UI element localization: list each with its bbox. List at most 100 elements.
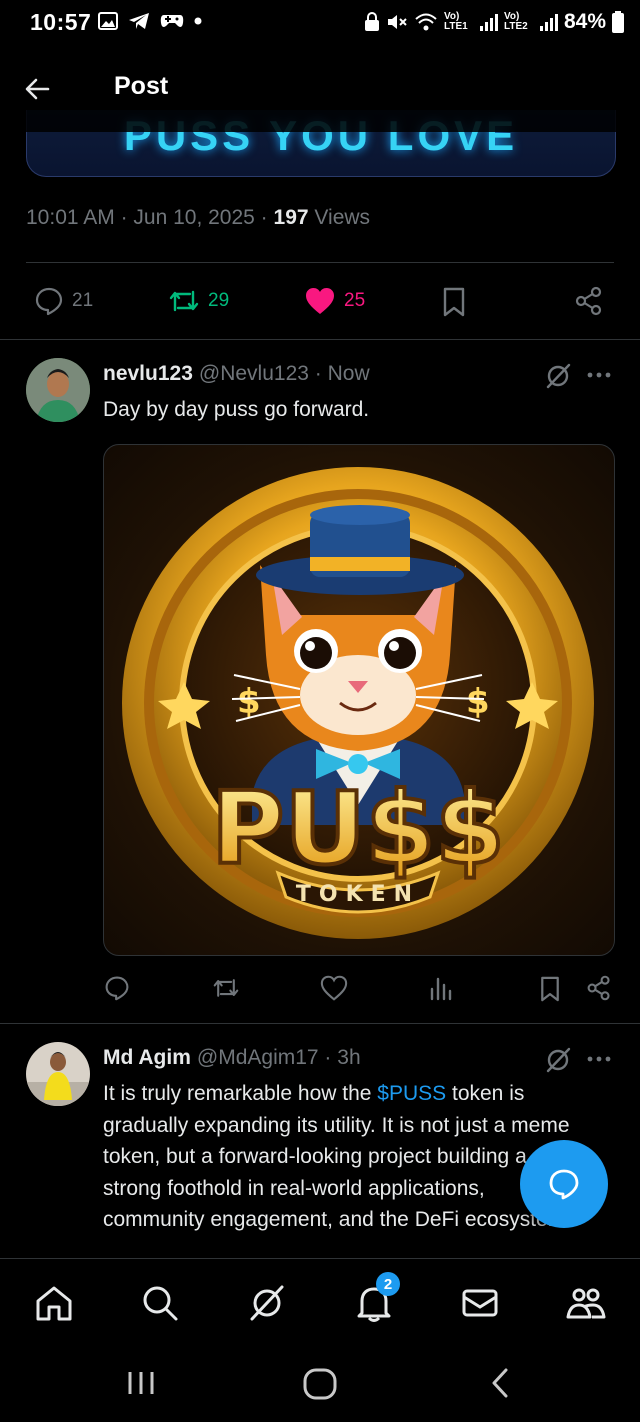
share-button[interactable] xyxy=(574,286,604,316)
divider xyxy=(0,339,640,340)
reply-icon xyxy=(35,287,63,316)
grok-button[interactable] xyxy=(544,1046,572,1079)
handle[interactable]: @Nevlu123 xyxy=(199,362,309,385)
back-system-button[interactable] xyxy=(486,1367,514,1404)
more-dots-icon xyxy=(587,1056,611,1062)
like-button[interactable]: 25 xyxy=(304,286,365,316)
recent-apps-button[interactable] xyxy=(124,1369,158,1402)
post-time: 10:01 AM xyxy=(26,206,115,229)
grok-icon xyxy=(546,363,571,389)
bookmark-button[interactable] xyxy=(538,975,562,1003)
repost-icon xyxy=(169,290,199,312)
nav-search[interactable] xyxy=(138,1281,182,1325)
search-icon xyxy=(143,1286,178,1321)
svg-text:$: $ xyxy=(466,682,490,722)
reply-count: 21 xyxy=(72,290,94,311)
reply-icon xyxy=(105,976,129,1001)
more-dots-icon xyxy=(587,372,611,378)
avatar-image xyxy=(26,358,90,422)
timestamp: Now xyxy=(327,362,370,385)
system-navigation-bar xyxy=(0,1345,640,1422)
reply-button[interactable] xyxy=(104,975,130,1001)
timestamp: 3h xyxy=(337,1046,361,1069)
coin-subword: TOKEN xyxy=(296,882,420,907)
home-system-button[interactable] xyxy=(302,1367,338,1406)
notification-badge: 2 xyxy=(376,1272,400,1296)
repost-button[interactable]: 29 xyxy=(168,286,229,316)
bookmark-button[interactable] xyxy=(440,286,468,318)
game-controller-icon xyxy=(160,15,184,27)
recents-icon xyxy=(128,1372,154,1394)
back-arrow-icon xyxy=(25,78,50,100)
mail-icon xyxy=(462,1289,498,1317)
battery-percent: 84% xyxy=(563,10,606,33)
repost-button[interactable] xyxy=(212,975,240,1001)
nav-home[interactable] xyxy=(32,1281,76,1325)
post-meta: 10:01 AM · Jun 10, 2025 · 197 Views xyxy=(26,206,371,229)
grok-icon xyxy=(250,1285,284,1321)
status-time: 10:57 xyxy=(30,9,92,35)
handle[interactable]: @MdAgim17 xyxy=(197,1046,319,1069)
heart-filled-icon xyxy=(306,288,334,314)
avatar-image xyxy=(26,1042,90,1106)
home-circle-icon xyxy=(303,1368,337,1400)
bottom-navigation xyxy=(0,1258,640,1345)
page-title: Post xyxy=(114,72,169,100)
bookmark-icon xyxy=(443,287,465,317)
reply-text-part: It is truly remarkable how the xyxy=(103,1082,378,1105)
like-button[interactable] xyxy=(320,975,348,1001)
back-button[interactable] xyxy=(16,68,58,110)
heart-icon xyxy=(320,975,348,1001)
more-options-button[interactable] xyxy=(586,1046,612,1077)
reply-text: It is truly remarkable how the $PUSS tok… xyxy=(103,1078,573,1236)
share-icon xyxy=(575,286,602,316)
lock-icon xyxy=(364,12,379,31)
sim1-label: Vo) LTE1 xyxy=(443,11,468,32)
repost-count: 29 xyxy=(208,290,230,311)
reply-header: Md Agim @MdAgim17 · 3h xyxy=(103,1046,361,1069)
repost-icon xyxy=(213,979,239,997)
puss-token-coin-illustration: $ $ PU$$ TOKEN xyxy=(122,467,594,939)
nav-grok[interactable] xyxy=(245,1281,289,1325)
avatar[interactable] xyxy=(26,1042,90,1106)
analytics-icon xyxy=(430,977,452,1001)
battery-icon xyxy=(612,11,624,33)
divider xyxy=(26,262,614,263)
post-date: Jun 10, 2025 xyxy=(133,206,255,229)
telegram-icon xyxy=(129,13,149,29)
avatar[interactable] xyxy=(26,358,90,422)
display-name[interactable]: nevlu123 xyxy=(103,362,193,385)
signal-icon xyxy=(539,14,558,31)
coin-word: PU$$ xyxy=(211,770,505,887)
wifi-icon xyxy=(415,13,437,31)
reply-text: Day by day puss go forward. xyxy=(103,398,370,421)
like-count: 25 xyxy=(344,290,366,311)
bookmark-icon xyxy=(541,976,559,1002)
share-button[interactable] xyxy=(586,975,612,1001)
top-app-bar: Post xyxy=(0,46,640,132)
grok-button[interactable] xyxy=(544,362,572,395)
home-icon xyxy=(36,1286,72,1321)
gallery-icon xyxy=(98,12,118,30)
views-label: Views xyxy=(314,206,371,229)
signal-icon xyxy=(479,14,498,31)
grok-icon xyxy=(546,1047,571,1073)
reply-header: nevlu123 @Nevlu123 · Now xyxy=(103,362,370,385)
display-name[interactable]: Md Agim xyxy=(103,1046,191,1069)
nav-communities[interactable] xyxy=(564,1281,608,1325)
status-bar: 10:57 Vo) LTE1 Vo) LTE2 84% xyxy=(0,0,640,46)
reply-image[interactable]: $ $ PU$$ TOKEN xyxy=(103,444,615,956)
communities-icon xyxy=(566,1288,606,1319)
share-icon xyxy=(587,975,610,1001)
views-button[interactable] xyxy=(428,975,454,1001)
reply-button[interactable]: 21 xyxy=(34,286,93,316)
chat-bubble-icon xyxy=(549,1169,579,1200)
chevron-left-icon xyxy=(492,1368,508,1398)
more-options-button[interactable] xyxy=(586,362,612,393)
views-count: 197 xyxy=(273,206,309,229)
nav-messages[interactable] xyxy=(458,1281,502,1325)
dot-icon xyxy=(194,17,202,25)
cashtag-link[interactable]: $PUSS xyxy=(377,1082,446,1105)
compose-reply-button[interactable] xyxy=(520,1140,608,1228)
divider xyxy=(0,1023,640,1024)
